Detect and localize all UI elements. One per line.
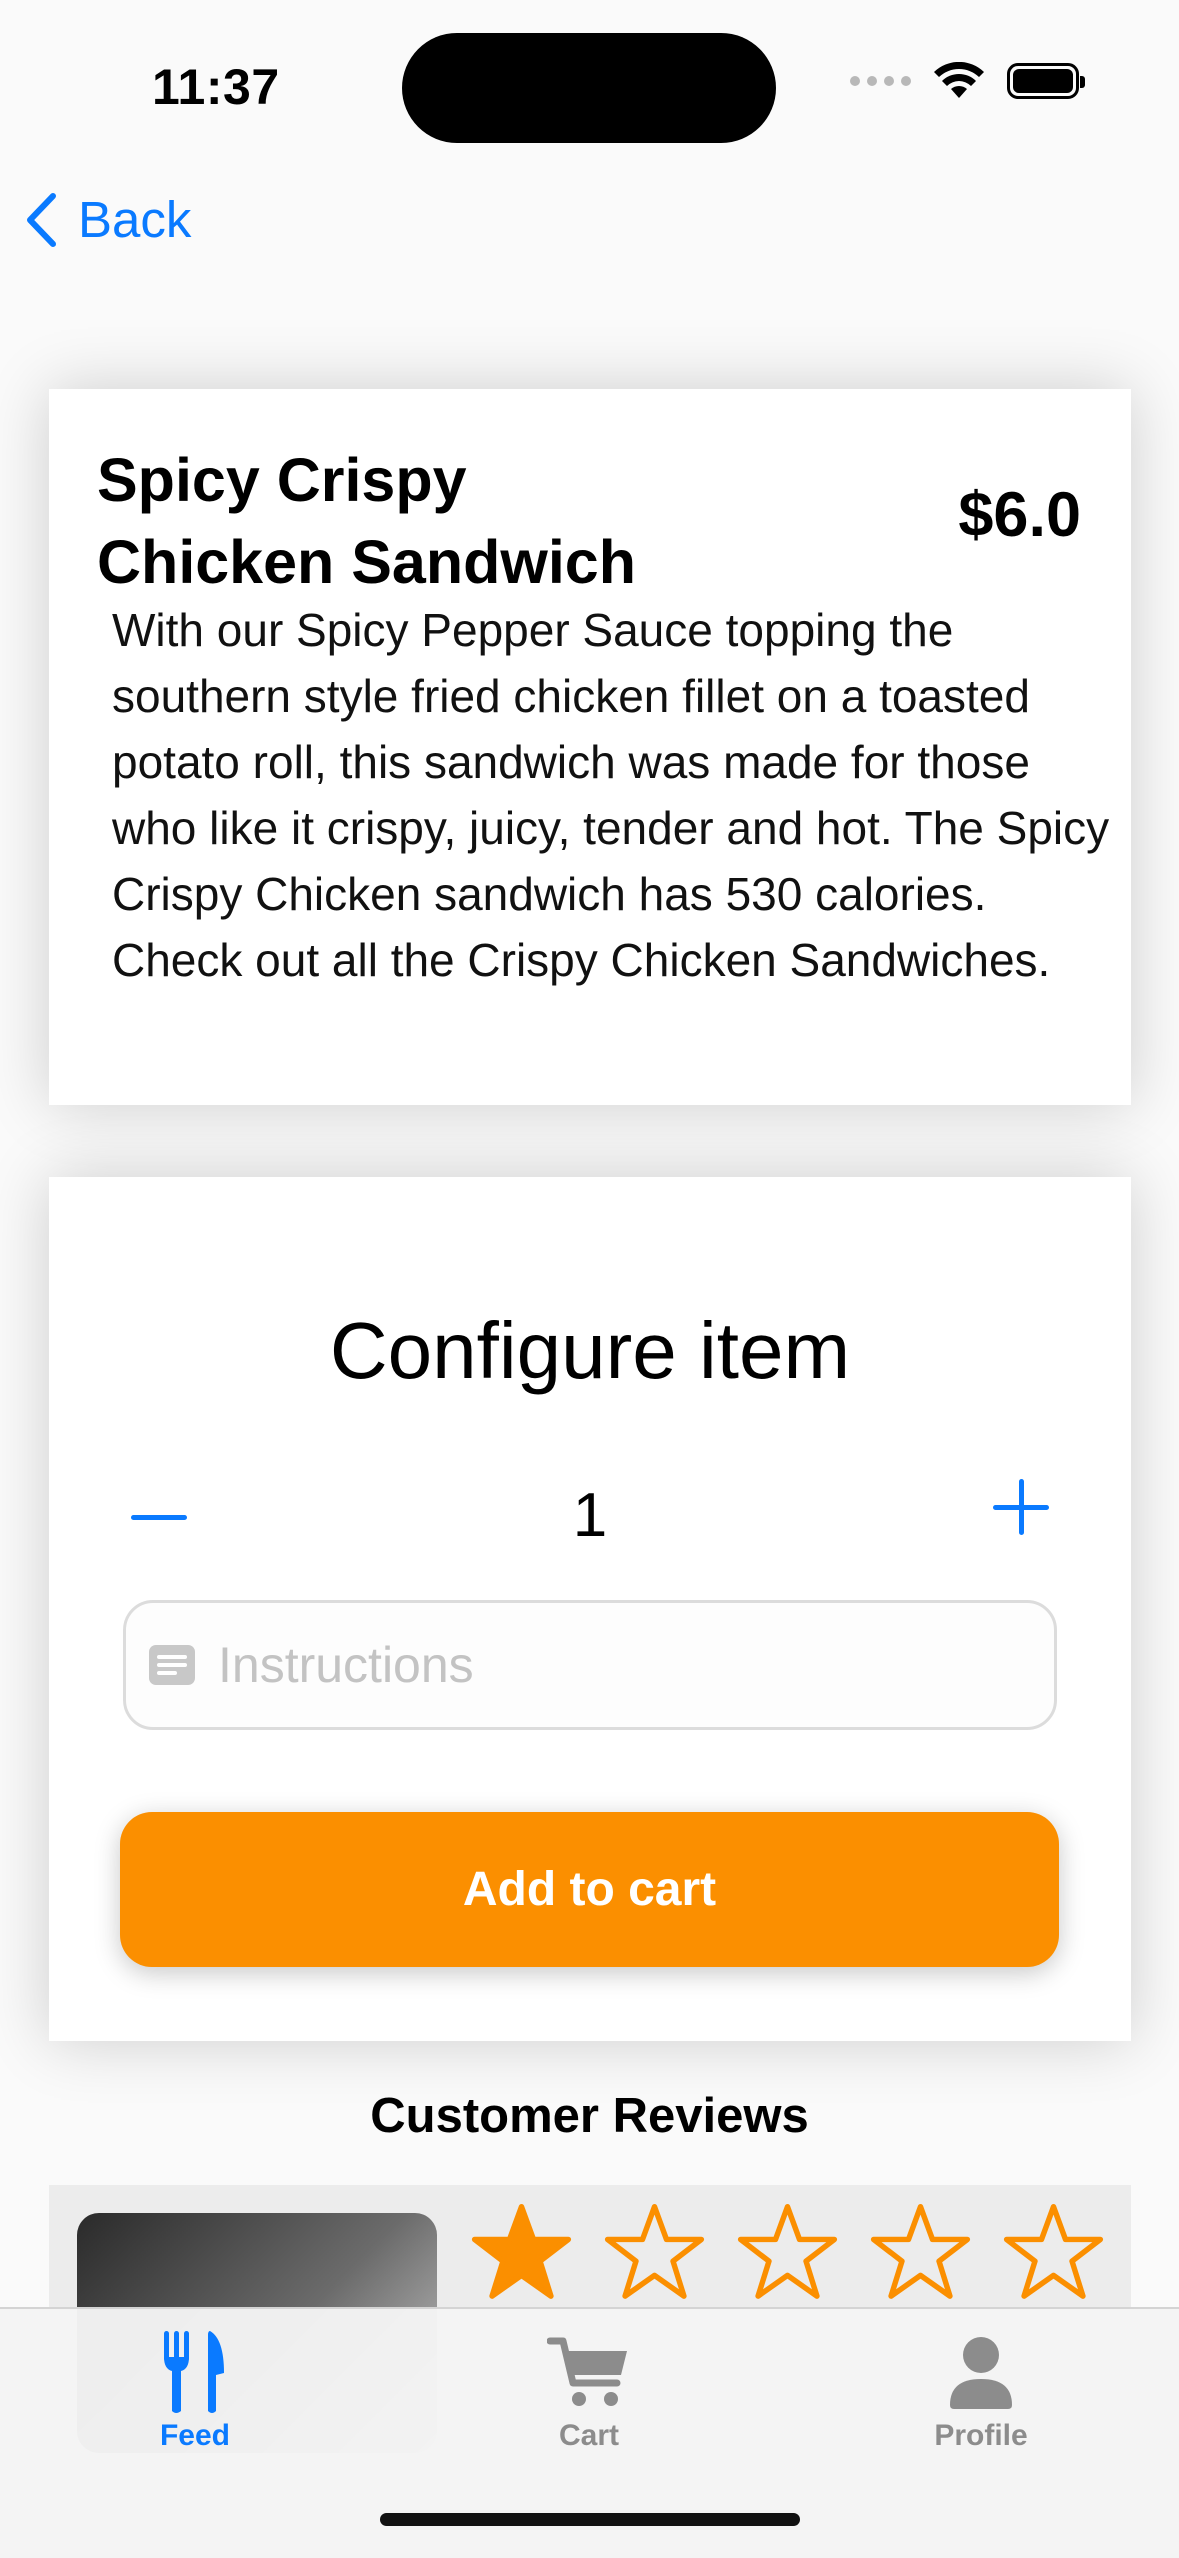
star-empty-icon [870, 2203, 971, 2299]
item-title: Spicy Crispy Chicken Sandwich [97, 439, 737, 603]
increment-button[interactable] [993, 1479, 1049, 1535]
status-icons [850, 62, 1085, 100]
reviews-title: Customer Reviews [370, 2089, 809, 2143]
tab-feed-label: Feed [159, 2419, 231, 2452]
tab-feed[interactable]: Feed [95, 2329, 295, 2453]
item-details-card: Spicy Crispy Chicken Sandwich $6.0 With … [49, 389, 1131, 1105]
signal-icon [850, 76, 911, 86]
instructions-field[interactable]: Instructions [123, 1600, 1057, 1730]
tab-cart-label: Cart [558, 2419, 619, 2452]
tab-profile[interactable]: Profile [881, 2329, 1081, 2453]
home-indicator [380, 2513, 800, 2526]
back-label: Back [78, 191, 192, 248]
quantity-value: 1 [572, 1481, 608, 1550]
star-rating [467, 2198, 1108, 2307]
wifi-icon [934, 62, 984, 98]
item-price: $6.0 [958, 480, 1081, 550]
person-icon [950, 2337, 1012, 2409]
instructions-placeholder: Instructions [218, 1637, 474, 1693]
back-button[interactable]: Back [24, 190, 191, 249]
note-icon [149, 1645, 195, 1685]
add-to-cart-button[interactable]: Add to cart [120, 1812, 1059, 1967]
configure-title: Configure item [329, 1306, 851, 1395]
chevron-left-icon [27, 192, 56, 247]
battery-icon [1007, 63, 1085, 99]
fork-knife-icon [164, 2331, 224, 2413]
configure-card: Configure item 1 Instructions Add to car… [49, 1177, 1131, 2041]
item-description: With our Spicy Pepper Sauce topping the … [112, 604, 1110, 986]
status-time: 11:37 [152, 59, 280, 115]
star-empty-icon [737, 2203, 838, 2299]
cart-icon [547, 2337, 627, 2406]
star-empty-icon [604, 2203, 705, 2299]
dynamic-island [402, 33, 776, 143]
tab-profile-label: Profile [934, 2419, 1028, 2452]
star-empty-icon [1003, 2203, 1104, 2299]
item-title-line1: Spicy Crispy [97, 446, 467, 514]
tab-cart[interactable]: Cart [489, 2329, 689, 2453]
star-filled-icon [471, 2203, 572, 2299]
item-title-line2: Chicken Sandwich [97, 528, 636, 596]
